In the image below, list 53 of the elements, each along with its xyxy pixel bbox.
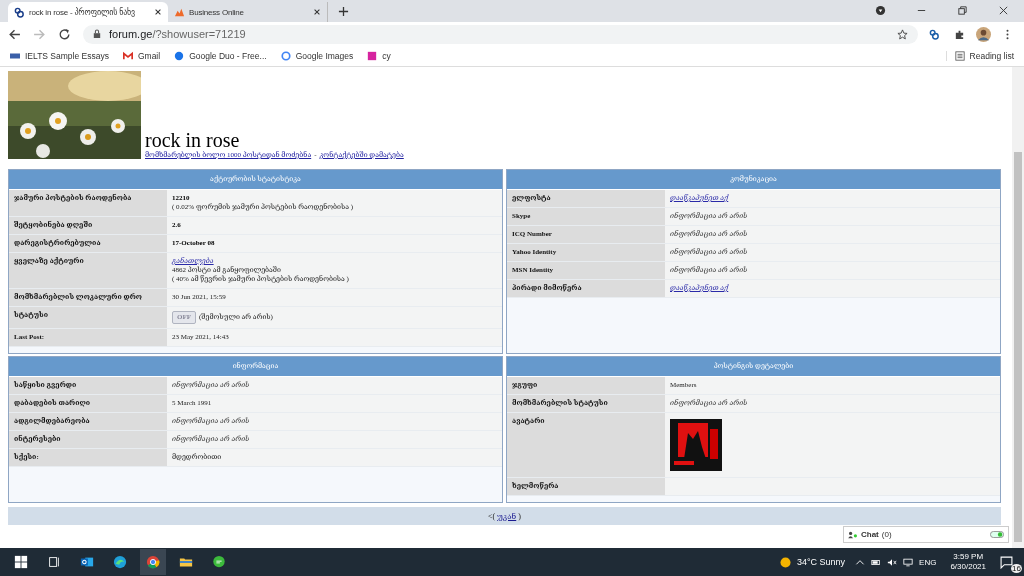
toggle-icon[interactable] [990, 531, 1004, 538]
clock[interactable]: 3:59 PM 6/30/2021 [950, 552, 986, 572]
bookmark[interactable]: Google Images [280, 51, 354, 61]
reload-icon[interactable] [58, 27, 71, 41]
bookmark[interactable]: Google Duo - Free... [174, 51, 267, 61]
chat-widget[interactable]: Chat (0) [843, 526, 1009, 543]
mail-app-icon[interactable] [80, 555, 94, 569]
back-link[interactable]: უკან [497, 511, 517, 521]
star-icon[interactable] [897, 28, 908, 40]
address-bar[interactable]: forum.ge/?showuser=71219 [83, 24, 918, 44]
restore-icon[interactable] [957, 5, 968, 16]
chat-label: Chat [861, 530, 879, 539]
speaker-muted-icon[interactable] [887, 557, 898, 567]
back-bracket: ) [518, 511, 521, 521]
bookmark[interactable]: IELTS Sample Essays [10, 51, 109, 61]
close-icon[interactable] [154, 8, 162, 16]
profile-name: rock in rose [145, 129, 241, 151]
back-bracket: <( [488, 511, 496, 521]
mail-icon [122, 51, 133, 61]
extension-logo-icon[interactable] [929, 28, 940, 40]
tab-title: rock in rose - პროფილის ნახვ [29, 7, 136, 17]
lock-icon [93, 29, 101, 39]
bookmark[interactable]: Gmail [122, 51, 161, 61]
battery-icon[interactable] [871, 557, 882, 567]
user-online-icon [848, 530, 858, 539]
scrollbar[interactable] [1012, 67, 1024, 548]
reading-list-button[interactable]: Reading list [945, 51, 1014, 61]
chat-bubble-icon[interactable] [212, 555, 226, 569]
browser-wave-icon[interactable] [113, 555, 127, 569]
puzzle-icon[interactable] [954, 28, 965, 40]
notification-count: 16 [1011, 564, 1022, 573]
language-indicator[interactable]: ENG [919, 557, 937, 567]
new-tab-icon[interactable] [338, 6, 349, 17]
task-view-icon[interactable] [47, 555, 61, 569]
browser-tab[interactable]: rock in rose - პროფილის ნახვ [8, 2, 168, 22]
site-logo-icon [14, 6, 25, 18]
url-text: forum.ge/?showuser=71219 [109, 28, 246, 40]
windows-start-icon[interactable] [14, 555, 28, 569]
profile-menu-icon[interactable] [875, 5, 886, 16]
flame-icon [174, 6, 185, 18]
chat-count: (0) [881, 530, 892, 539]
list-icon [954, 51, 965, 61]
chevron-up-icon[interactable] [855, 557, 866, 567]
bookmark[interactable]: cy [367, 51, 391, 61]
sun-icon [779, 556, 791, 568]
notification-icon [1000, 555, 1013, 569]
profile-avatar-icon[interactable] [976, 26, 991, 42]
tab-title: Business Online [189, 7, 245, 17]
close-icon[interactable] [313, 8, 321, 16]
close-icon[interactable] [998, 5, 1009, 16]
weather-text[interactable]: 34°C Sunny [796, 557, 846, 567]
back-icon[interactable] [8, 27, 21, 41]
network-icon[interactable] [903, 557, 914, 567]
